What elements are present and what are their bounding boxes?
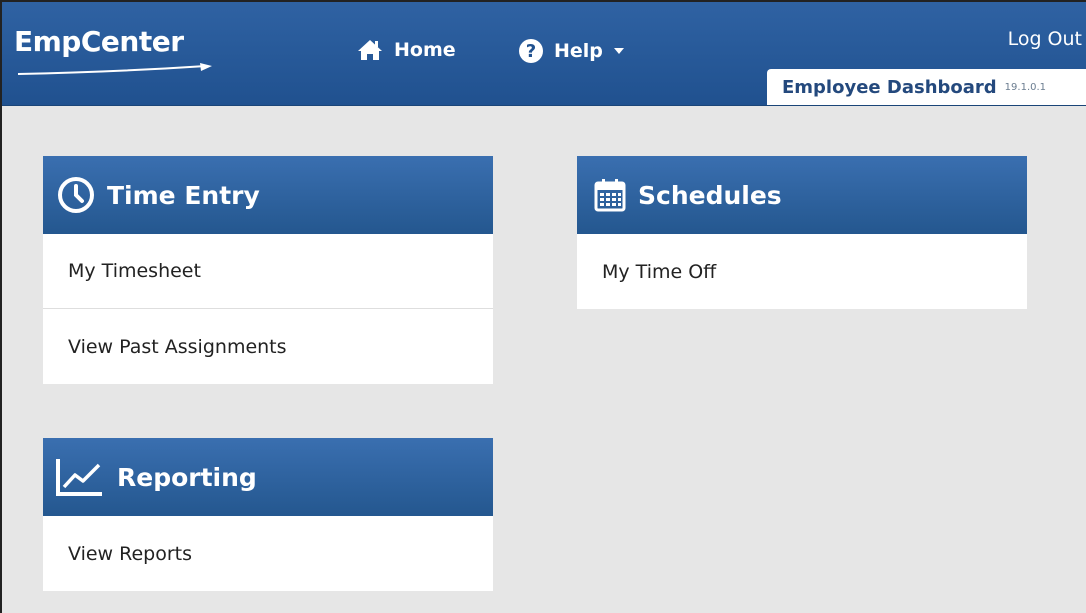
help-icon: ? xyxy=(519,39,543,63)
line-chart-icon xyxy=(55,457,105,497)
schedules-card: Schedules My Time Off xyxy=(577,156,1027,309)
logo-swoosh-icon xyxy=(17,63,212,75)
my-time-off-link[interactable]: My Time Off xyxy=(577,234,1027,309)
time-entry-header: Time Entry xyxy=(43,156,493,234)
clock-icon xyxy=(57,176,95,214)
home-icon xyxy=(358,40,382,60)
logout-link[interactable]: Log Out xyxy=(1008,28,1082,50)
caret-down-icon xyxy=(613,48,624,54)
my-timesheet-link[interactable]: My Timesheet xyxy=(43,234,493,309)
dashboard-context-tab: Employee Dashboard 19.1.0.1 xyxy=(767,69,1086,105)
time-entry-title: Time Entry xyxy=(107,180,260,210)
schedules-header: Schedules xyxy=(577,156,1027,234)
svg-text:?: ? xyxy=(526,41,536,62)
nav-home-label: Home xyxy=(394,39,456,61)
reporting-header: Reporting xyxy=(43,438,493,516)
reporting-card: Reporting View Reports xyxy=(43,438,493,591)
nav-home[interactable]: Home xyxy=(356,38,456,62)
time-entry-card: Time Entry My Timesheet View Past Assign… xyxy=(43,156,493,384)
nav-help-label: Help xyxy=(554,40,603,62)
reporting-title: Reporting xyxy=(117,462,257,492)
schedules-title: Schedules xyxy=(638,180,782,210)
top-header: EmpCenter Home ? Help Log Out Employee D… xyxy=(2,2,1086,106)
view-past-assignments-link[interactable]: View Past Assignments xyxy=(43,309,493,384)
context-title: Employee Dashboard xyxy=(782,76,997,98)
nav-help-dropdown[interactable]: ? Help xyxy=(518,38,625,64)
empcenter-logo[interactable]: EmpCenter xyxy=(14,25,184,58)
view-reports-link[interactable]: View Reports xyxy=(43,516,493,591)
context-version: 19.1.0.1 xyxy=(1004,81,1047,93)
calendar-icon xyxy=(594,178,626,212)
